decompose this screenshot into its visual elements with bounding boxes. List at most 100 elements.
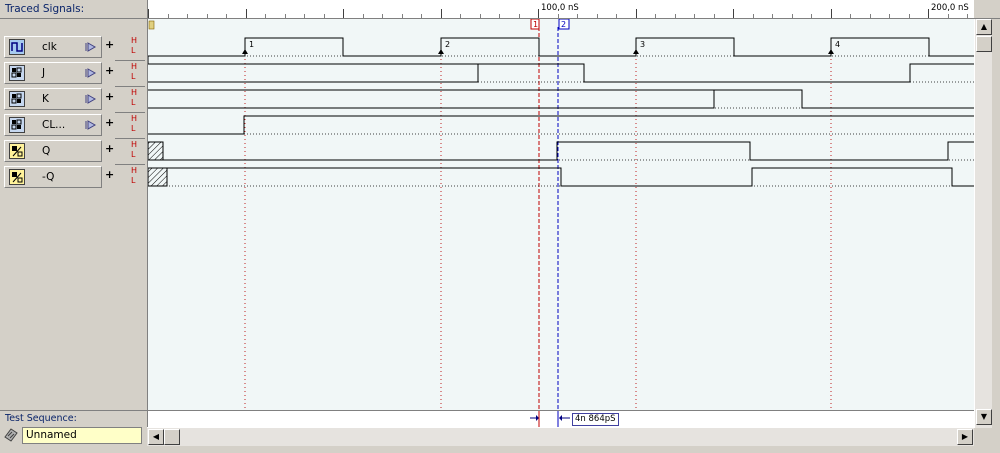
- hl-high-label: H: [131, 140, 138, 149]
- row-separator: [115, 86, 145, 87]
- ruler-tick: [226, 14, 227, 18]
- ruler-tick: [441, 9, 442, 18]
- ruler-tick: [499, 14, 500, 18]
- scroll-up-button[interactable]: ▲: [976, 19, 992, 35]
- ruler-tick: [870, 14, 871, 18]
- signal-button-clk[interactable]: clk: [4, 36, 102, 58]
- ruler-tick: [519, 14, 520, 18]
- signal-names-panel: clk + H L J + H L K + H L CL... + H L Q …: [0, 19, 148, 410]
- clock-edge-gridlines: [244, 39, 832, 410]
- ruler-tick: [675, 14, 676, 18]
- signal-button-q[interactable]: Q: [4, 140, 102, 162]
- clock-edge-label: 4: [835, 40, 840, 49]
- signal-name: -Q: [42, 171, 55, 183]
- hl-high-label: H: [131, 166, 138, 175]
- horizontal-scrollbar[interactable]: ◀ ▶: [147, 427, 974, 446]
- probe-arrow-icon[interactable]: [85, 67, 97, 79]
- row-baselines: [148, 55, 974, 187]
- ruler-tick: [616, 14, 617, 18]
- waveform-area[interactable]: 1 2 1 2 3 4: [147, 19, 974, 410]
- ruler-tick: [538, 9, 539, 18]
- ruler-tick: [850, 14, 851, 18]
- expand-plus-icon[interactable]: +: [105, 142, 114, 155]
- expand-plus-icon[interactable]: +: [105, 38, 114, 51]
- expand-plus-icon[interactable]: +: [105, 64, 114, 77]
- test-sequence-field[interactable]: Unnamed: [22, 427, 142, 444]
- ruler-tick: [811, 14, 812, 18]
- ruler-tick: [343, 9, 344, 18]
- scroll-right-button[interactable]: ▶: [957, 429, 973, 445]
- vertical-scrollbar[interactable]: ▲ ▼: [974, 19, 993, 428]
- ruler-tick: [168, 14, 169, 18]
- hl-low-label: L: [131, 98, 136, 107]
- expand-plus-icon[interactable]: +: [105, 168, 114, 181]
- register-icon: [9, 91, 25, 107]
- probe-arrow-icon[interactable]: [85, 41, 97, 53]
- traced-signals-title: Traced Signals:: [5, 3, 85, 15]
- signal-button-clear[interactable]: CL...: [4, 114, 102, 136]
- vertical-scroll-thumb[interactable]: [976, 36, 992, 52]
- ruler-tick: [909, 14, 910, 18]
- output-icon: [9, 169, 25, 185]
- signal-row-k: K + H L: [0, 87, 147, 113]
- hl-high-label: H: [131, 88, 138, 97]
- horizontal-scroll-thumb[interactable]: [164, 429, 180, 445]
- scroll-left-button[interactable]: ◀: [148, 429, 164, 445]
- ruler-tick: [636, 9, 637, 18]
- signal-button-not-q[interactable]: -Q: [4, 166, 102, 188]
- ruler-tick: [382, 14, 383, 18]
- ruler-tick: [324, 14, 325, 18]
- right-edge: [992, 19, 1000, 428]
- ruler-tick: [265, 14, 266, 18]
- ruler-tick: [480, 14, 481, 18]
- ruler-tick: [694, 14, 695, 18]
- signal-name: CL...: [42, 119, 66, 131]
- ruler-tick: [558, 14, 559, 18]
- hl-low-label: L: [131, 124, 136, 133]
- top-right-corner: [974, 0, 1000, 19]
- ruler-label-200ns: 200,0 nS: [931, 3, 969, 13]
- register-icon: [9, 65, 25, 81]
- ruler-tick: [577, 14, 578, 18]
- hl-low-label: L: [131, 150, 136, 159]
- ruler-tick: [421, 14, 422, 18]
- signal-name: Q: [42, 145, 51, 157]
- hl-high-label: H: [131, 36, 138, 45]
- waveform-q: [148, 141, 974, 161]
- waveform-not-q: [148, 167, 974, 187]
- scroll-corner: [974, 428, 1000, 452]
- signal-button-j[interactable]: J: [4, 62, 102, 84]
- cursor-2-label: 2: [561, 20, 566, 29]
- output-icon: [9, 143, 25, 159]
- ruler-tick: [733, 9, 734, 18]
- cursor-1-label: 1: [533, 20, 538, 29]
- signal-name: J: [42, 67, 46, 79]
- row-separator: [115, 138, 145, 139]
- ruler-tick: [148, 9, 149, 18]
- signal-row-clear: CL... + H L: [0, 113, 147, 139]
- clock-source-icon: [9, 39, 25, 55]
- test-sequence-icon[interactable]: [3, 427, 19, 443]
- expand-plus-icon[interactable]: +: [105, 116, 114, 129]
- waveform-canvas: 1 2 1 2 3 4: [148, 19, 974, 410]
- probe-arrow-icon[interactable]: [85, 119, 97, 131]
- scroll-down-button[interactable]: ▼: [976, 409, 992, 425]
- time-ruler[interactable]: 100,0 nS 200,0 nS: [147, 0, 974, 19]
- ruler-tick: [772, 14, 773, 18]
- unknown-region-q: [148, 141, 164, 161]
- probe-arrow-icon[interactable]: [85, 93, 97, 105]
- ruler-tick: [597, 14, 598, 18]
- clock-edge-label: 3: [640, 40, 645, 49]
- expand-plus-icon[interactable]: +: [105, 90, 114, 103]
- ruler-tick: [285, 14, 286, 18]
- waveform-j: [148, 56, 974, 83]
- test-sequence-label: Test Sequence:: [5, 413, 77, 424]
- row-separator: [115, 164, 145, 165]
- signal-button-k[interactable]: K: [4, 88, 102, 110]
- signal-row-j: J + H L: [0, 61, 147, 87]
- signal-name: K: [42, 93, 49, 105]
- hl-high-label: H: [131, 62, 138, 71]
- ruler-tick: [207, 14, 208, 18]
- ruler-tick: [402, 14, 403, 18]
- hl-high-label: H: [131, 114, 138, 123]
